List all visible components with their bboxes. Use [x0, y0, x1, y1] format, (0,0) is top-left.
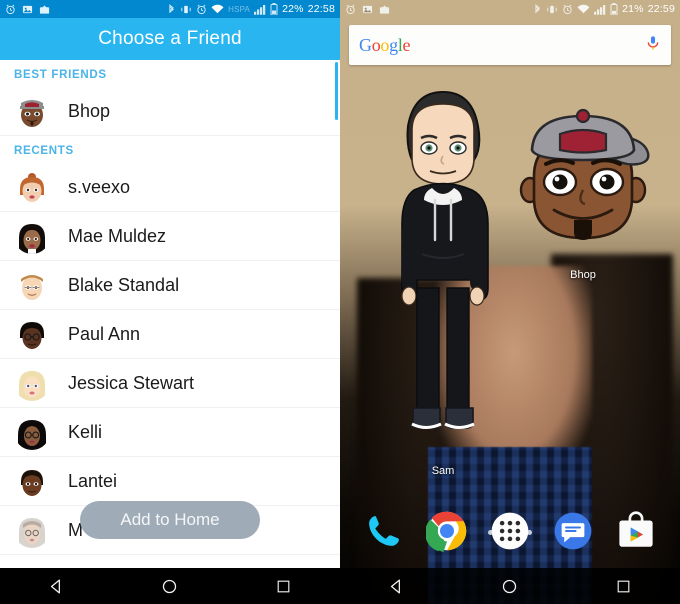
home-icon[interactable]: [153, 568, 187, 604]
list-item-label: Jessica Stewart: [68, 372, 195, 393]
clock-time: 22:58: [307, 3, 335, 15]
upload-icon: [379, 4, 390, 15]
scrollbar[interactable]: [335, 60, 338, 568]
recents-icon[interactable]: [606, 568, 640, 604]
app-bar: Choose a Friend: [0, 18, 340, 60]
list-item-label: Lantei: [68, 470, 118, 491]
avatar: [14, 267, 50, 303]
list-item[interactable]: Blake Standal: [0, 261, 340, 310]
list-item-label: Bhop: [68, 100, 111, 121]
list-item-label: Paul Ann: [68, 323, 141, 344]
dual-screenshot: HSPA 22% 22:58 Choose a Friend BEST FRIE…: [0, 0, 680, 604]
recents-icon[interactable]: [266, 568, 300, 604]
alarm-icon: [5, 4, 16, 15]
scrollbar-thumb[interactable]: [335, 62, 338, 120]
list-item[interactable]: Paul Ann: [0, 310, 340, 359]
bluetooth-icon: [533, 3, 542, 15]
bitmoji-head: [519, 108, 650, 240]
avatar: [14, 365, 50, 401]
alarm-icon: [345, 4, 356, 15]
list-item[interactable]: s.veexo: [0, 163, 340, 212]
list-item[interactable]: Lantei: [0, 457, 340, 506]
status-bar-right: 21% 22:59: [340, 0, 680, 18]
bluetooth-icon: [167, 3, 176, 15]
home-icon[interactable]: [493, 568, 527, 604]
alarm-icon: [196, 4, 207, 15]
avatar: [14, 169, 50, 205]
list-item[interactable]: Jessica Stewart: [0, 359, 340, 408]
messages-icon[interactable]: [552, 510, 594, 552]
friend-list[interactable]: BEST FRIENDS Bhop RECENTS s.veexo Mae Mu…: [0, 60, 340, 568]
dock: [340, 502, 680, 560]
widget-label: Bhop: [570, 269, 596, 281]
widget-label: Sam: [431, 465, 455, 477]
image-icon: [362, 4, 373, 15]
signal-icon: [254, 4, 266, 15]
play-store-icon[interactable]: [615, 510, 657, 552]
back-icon[interactable]: [380, 568, 414, 604]
wifi-icon: [577, 4, 590, 15]
app-drawer-icon[interactable]: [489, 510, 531, 552]
page-title: Choose a Friend: [98, 28, 242, 49]
clock-time: 22:59: [647, 3, 675, 15]
avatar: [14, 93, 50, 129]
network-label: HSPA: [228, 4, 251, 14]
add-to-home-label: Add to Home: [120, 510, 220, 529]
vibrate-icon: [546, 4, 558, 15]
signal-icon: [594, 4, 606, 15]
google-search-widget[interactable]: Google: [349, 25, 671, 65]
battery-percent: 21%: [622, 3, 644, 15]
list-item-label: Mae Muldez: [68, 225, 167, 246]
avatar: [14, 316, 50, 352]
battery-percent: 22%: [282, 3, 304, 15]
list-item-label: Kelli: [68, 421, 103, 442]
alarm-icon: [562, 4, 573, 15]
android-nav-bar-left: [0, 568, 340, 604]
back-icon[interactable]: [40, 568, 74, 604]
google-logo: Google: [359, 34, 411, 55]
phone-icon[interactable]: [363, 510, 405, 552]
list-item-label: Blake Standal: [68, 274, 180, 295]
image-icon: [22, 4, 33, 15]
section-header-recents: RECENTS: [14, 145, 74, 157]
bitmoji-full-body: [401, 90, 489, 429]
bitmoji-widget-bhop[interactable]: Bhop: [508, 98, 658, 281]
section-header-best-friends: BEST FRIENDS: [14, 69, 107, 81]
microphone-icon[interactable]: [645, 34, 661, 57]
android-nav-bar-right: [340, 568, 680, 604]
list-item[interactable]: Mae Muldez: [0, 212, 340, 261]
status-bar-left: HSPA 22% 22:58: [0, 0, 340, 18]
wifi-icon: [211, 4, 224, 15]
avatar: [14, 463, 50, 499]
avatar: [14, 414, 50, 450]
list-item[interactable]: Bhop: [0, 87, 340, 136]
list-item[interactable]: Kelli: [0, 408, 340, 457]
choose-a-friend-screen: HSPA 22% 22:58 Choose a Friend BEST FRIE…: [0, 0, 340, 604]
battery-icon: [610, 3, 618, 15]
chrome-icon[interactable]: [424, 510, 468, 552]
list-item-label: s.veexo: [68, 176, 131, 197]
avatar: [14, 218, 50, 254]
bitmoji-widget-sam[interactable]: Sam: [388, 78, 498, 477]
vibrate-icon: [180, 4, 192, 15]
home-screen: 21% 22:59 Google Sam Bhop: [340, 0, 680, 604]
add-to-home-toast[interactable]: Add to Home: [80, 501, 260, 539]
avatar: [14, 512, 50, 548]
upload-icon: [39, 4, 50, 15]
battery-icon: [270, 3, 278, 15]
